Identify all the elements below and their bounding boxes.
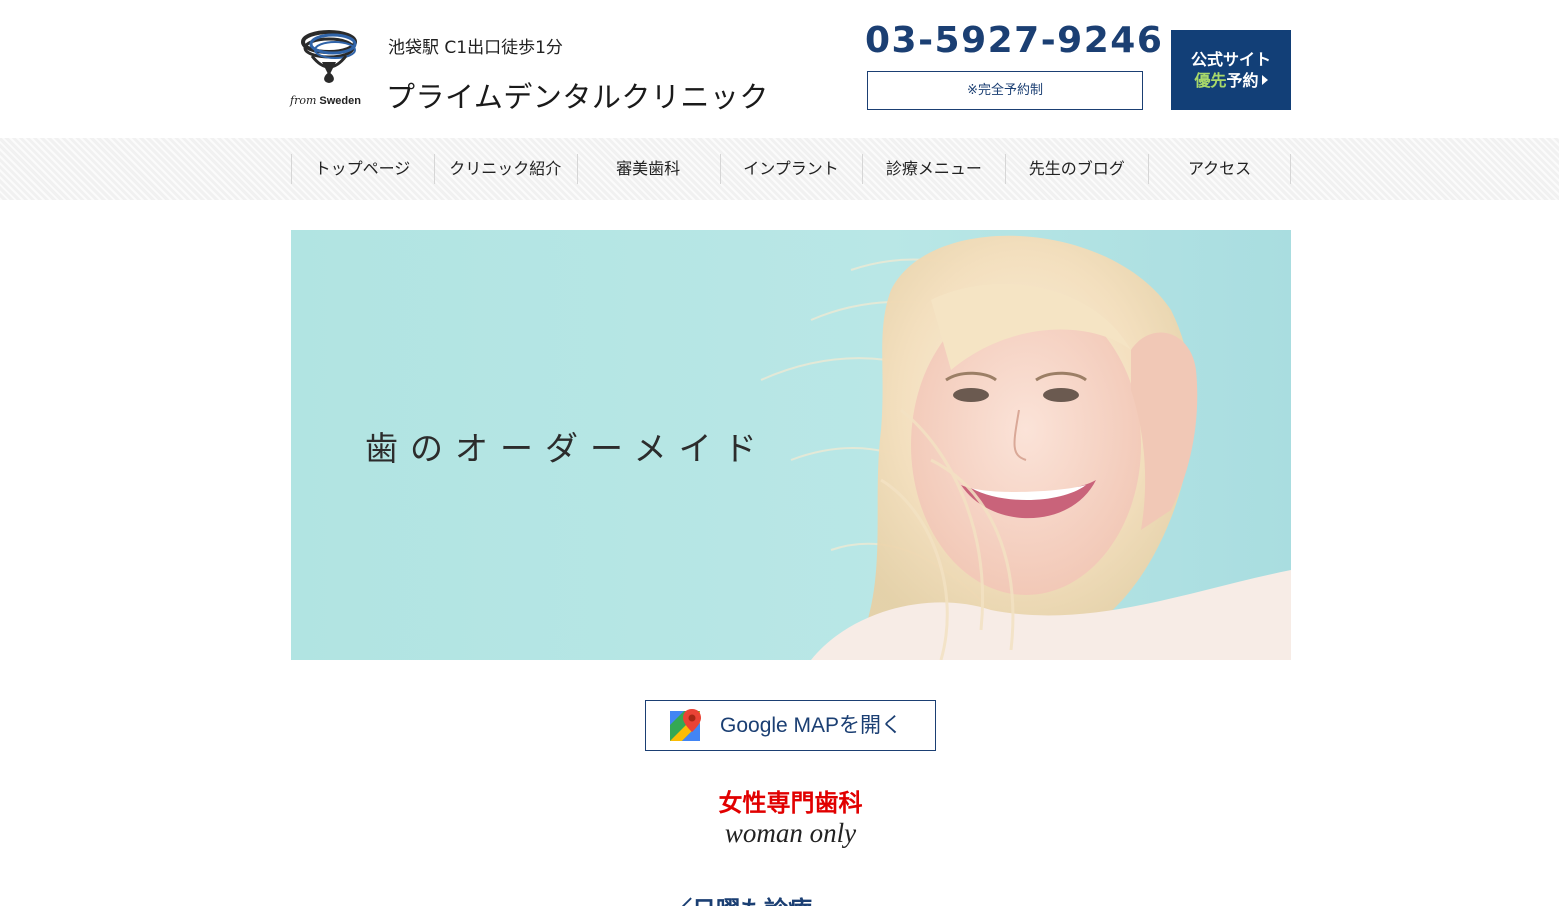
nav-item-clinic[interactable]: クリニック紹介	[433, 138, 577, 200]
clinic-name[interactable]: プライムデンタルクリニック	[386, 74, 769, 116]
nav-item-implant[interactable]: インプラント	[719, 138, 863, 200]
google-map-button-label: Google MAPを開く	[720, 714, 903, 737]
triangle-right-icon	[1261, 75, 1268, 85]
google-maps-icon	[670, 709, 701, 741]
official-btn-line1: 公式サイト	[1190, 50, 1271, 69]
nav-item-menu[interactable]: 診療メニュー	[862, 138, 1005, 200]
phone-number[interactable]: 03-5927-9246	[865, 20, 1162, 61]
official-site-reserve-button[interactable]: 公式サイト 優先予約	[1171, 30, 1291, 110]
station-access-text: 池袋駅 C1出口徒歩1分	[388, 38, 563, 58]
global-nav: トップページ クリニック紹介 審美歯科 インプラント 診療メニュー 先生のブログ…	[291, 138, 1291, 200]
global-nav-band: トップページ クリニック紹介 審美歯科 インプラント 診療メニュー 先生のブログ…	[0, 138, 1559, 200]
official-btn-rest: 予約	[1226, 71, 1259, 90]
clinic-logo[interactable]: from Sweden	[290, 28, 372, 112]
nav-item-blog[interactable]: 先生のブログ	[1005, 138, 1148, 200]
logo-tag-sweden: Sweden	[319, 95, 361, 107]
official-btn-line2: 優先予約	[1171, 70, 1291, 91]
official-btn-accent: 優先	[1194, 71, 1227, 90]
sunday-clinic-heading: ／日曜も診療	[668, 890, 812, 906]
hero-banner: 歯のオーダーメイド	[291, 230, 1291, 660]
hero-caption: 歯のオーダーメイド	[365, 429, 769, 468]
site-header: from Sweden 池袋駅 C1出口徒歩1分 プライムデンタルクリニック 03…	[0, 0, 1559, 138]
swedish-ribbon-logo-icon	[301, 30, 357, 83]
nav-item-aesthetic[interactable]: 審美歯科	[576, 138, 720, 200]
women-only-title: 女性専門歯科	[718, 789, 863, 817]
logo-tagline: from Sweden	[290, 94, 372, 107]
reservation-note: ※完全予約制	[867, 71, 1143, 110]
google-map-button[interactable]: Google MAPを開く	[645, 700, 936, 751]
nav-item-top[interactable]: トップページ	[291, 138, 434, 200]
women-only-subtitle: woman only	[724, 818, 857, 848]
logo-tag-from: from	[290, 94, 317, 107]
nav-item-access[interactable]: アクセス	[1148, 138, 1291, 200]
